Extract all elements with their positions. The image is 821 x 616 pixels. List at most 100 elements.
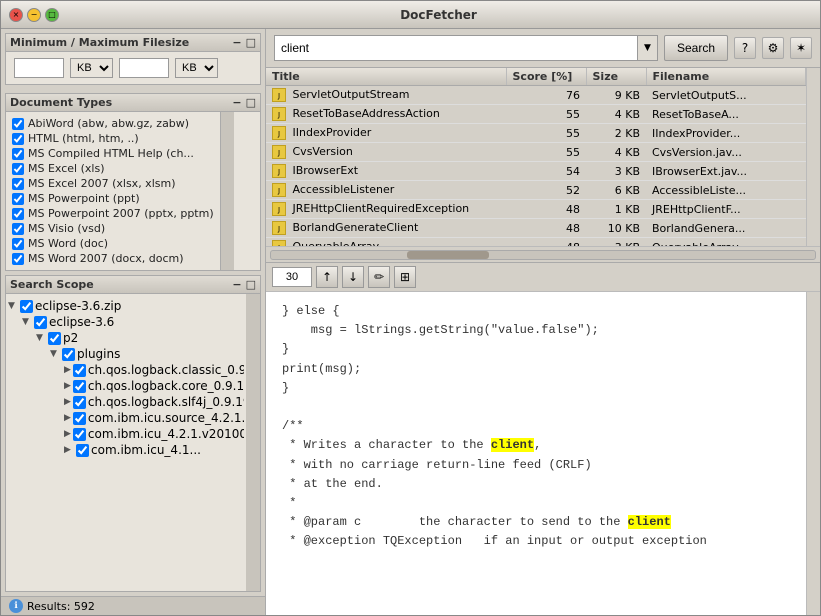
results-scrollbar[interactable]: [806, 68, 820, 246]
close-button[interactable]: ×: [9, 8, 23, 22]
search-button[interactable]: Search: [664, 35, 728, 61]
scope-icu-source-arrow[interactable]: [64, 413, 71, 423]
scope-logback-classic-checkbox[interactable]: [73, 364, 86, 377]
scope-icu-checkbox[interactable]: [73, 428, 86, 441]
scope-plugins-checkbox[interactable]: [62, 348, 75, 361]
cell-size: 4 KB: [586, 143, 646, 162]
scope-tree: eclipse-3.6.zip eclipse-3.6 p2: [6, 294, 246, 591]
table-row[interactable]: J AccessibleListener 52 6 KB AccessibleL…: [266, 181, 806, 200]
scope-icu-arrow[interactable]: [64, 429, 71, 439]
doctypes-title: Document Types: [10, 96, 112, 109]
scope-eclipse-zip-arrow[interactable]: [8, 301, 18, 311]
settings-button[interactable]: ⚙: [762, 37, 784, 59]
scope-header-icons: − □: [232, 278, 256, 291]
scope-eclipse36-arrow[interactable]: [22, 317, 32, 327]
doctype-excel-checkbox[interactable]: [12, 163, 24, 175]
preview-line: }: [282, 379, 790, 398]
search-input[interactable]: [275, 36, 637, 60]
filesize-max-unit[interactable]: KB MB: [175, 58, 218, 78]
maximize-button[interactable]: □: [45, 8, 59, 22]
scope-eclipse36-checkbox[interactable]: [34, 316, 47, 329]
preview-scrollbar[interactable]: [806, 292, 820, 615]
scope-icu-source-checkbox[interactable]: [73, 412, 86, 425]
table-row[interactable]: J IBrowserExt 54 3 KB IBrowserExt.jav...: [266, 162, 806, 181]
doctype-abiword-checkbox[interactable]: [12, 118, 24, 130]
filesize-min-unit[interactable]: KB MB: [70, 58, 113, 78]
table-row[interactable]: J CvsVersion 55 4 KB CvsVersion.jav...: [266, 143, 806, 162]
cell-title: J ResetToBaseAddressAction: [266, 105, 506, 124]
col-header-size[interactable]: Size: [586, 68, 646, 86]
cell-filename: ServletOutputS...: [646, 86, 806, 105]
page-number-input[interactable]: [272, 267, 312, 287]
search-bar: ▼ Search ? ⚙ ✶: [266, 29, 820, 68]
scope-icu2-checkbox[interactable]: [76, 444, 89, 457]
table-row[interactable]: J JREHttpClientRequiredException 48 1 KB…: [266, 200, 806, 219]
scope-logback-classic-arrow[interactable]: [64, 365, 71, 375]
doctypes-scrollbar[interactable]: [220, 112, 234, 270]
page-down-button[interactable]: ↓: [342, 266, 364, 288]
results-header-row: Title Score [%] Size Filename: [266, 68, 806, 86]
filesize-menu-icon[interactable]: □: [246, 36, 256, 49]
file-icon: J: [272, 183, 286, 197]
doctype-word2007-checkbox[interactable]: [12, 253, 24, 265]
sun-button[interactable]: ✶: [790, 37, 812, 59]
cell-size: 1 KB: [586, 200, 646, 219]
header-icons: ? ⚙ ✶: [734, 37, 812, 59]
right-panel: ▼ Search ? ⚙ ✶ Title: [266, 29, 820, 615]
preview-line: * with no carriage return-line feed (CRL…: [282, 456, 790, 475]
table-row[interactable]: J ResetToBaseAddressAction 55 4 KB Reset…: [266, 105, 806, 124]
cell-filename: QueryableArray...: [646, 238, 806, 247]
scope-menu-icon[interactable]: □: [246, 278, 256, 291]
col-header-score[interactable]: Score [%]: [506, 68, 586, 86]
filesize-collapse-icon[interactable]: −: [232, 36, 241, 49]
filesize-min-input[interactable]: [14, 58, 64, 78]
scope-logback-slf4j-arrow[interactable]: [64, 397, 71, 407]
scope-logback-core-arrow[interactable]: [64, 381, 71, 391]
doctypes-section: Document Types − □ AbiWord (abw, abw.gz,…: [5, 93, 261, 271]
scope-logback-core-checkbox[interactable]: [73, 380, 86, 393]
highlight-button[interactable]: ✏: [368, 266, 390, 288]
minimize-button[interactable]: −: [27, 8, 41, 22]
doctypes-collapse-icon[interactable]: −: [232, 96, 241, 109]
col-header-title[interactable]: Title: [266, 68, 506, 86]
scope-eclipse-zip-checkbox[interactable]: [20, 300, 33, 313]
col-header-filename[interactable]: Filename: [646, 68, 806, 86]
doctypes-header: Document Types − □: [6, 94, 260, 112]
doctype-chm-checkbox[interactable]: [12, 148, 24, 160]
help-button[interactable]: ?: [734, 37, 756, 59]
scope-icu2-arrow[interactable]: [64, 445, 74, 455]
scope-plugins-arrow[interactable]: [50, 349, 60, 359]
scope-scrollbar[interactable]: [246, 294, 260, 591]
doctype-excel2007-checkbox[interactable]: [12, 178, 24, 190]
doctypes-menu-icon[interactable]: □: [246, 96, 256, 109]
cell-filename: CvsVersion.jav...: [646, 143, 806, 162]
results-hscrollbar-thumb: [407, 251, 489, 259]
scope-eclipse-zip: eclipse-3.6.zip: [8, 298, 244, 314]
scope-p2-checkbox[interactable]: [48, 332, 61, 345]
doctype-html-checkbox[interactable]: [12, 133, 24, 145]
table-row[interactable]: J BorlandGenerateClient 48 10 KB Borland…: [266, 219, 806, 238]
left-panel: Minimum / Maximum Filesize − □ KB MB KB: [1, 29, 266, 615]
table-row[interactable]: J IIndexProvider 55 2 KB IIndexProvider.…: [266, 124, 806, 143]
scope-p2-arrow[interactable]: [36, 333, 46, 343]
results-hscrollbar[interactable]: [270, 250, 816, 260]
filesize-title: Minimum / Maximum Filesize: [10, 36, 189, 49]
scope-collapse-icon[interactable]: −: [232, 278, 241, 291]
cell-score: 54: [506, 162, 586, 181]
scope-logback-slf4j-checkbox[interactable]: [73, 396, 86, 409]
table-row[interactable]: J QueryableArray 48 3 KB QueryableArray.…: [266, 238, 806, 247]
cell-size: 6 KB: [586, 181, 646, 200]
cell-title: J IBrowserExt: [266, 162, 506, 181]
filesize-max-input[interactable]: [119, 58, 169, 78]
doctype-visio-checkbox[interactable]: [12, 223, 24, 235]
grid-button[interactable]: ⊞: [394, 266, 416, 288]
table-row[interactable]: J ServletOutputStream 76 9 KB ServletOut…: [266, 86, 806, 105]
page-up-button[interactable]: ↑: [316, 266, 338, 288]
scope-eclipse36: eclipse-3.6: [8, 314, 244, 330]
doctype-word-checkbox[interactable]: [12, 238, 24, 250]
doctype-ppt-checkbox[interactable]: [12, 193, 24, 205]
doctype-ppt2007-checkbox[interactable]: [12, 208, 24, 220]
doctype-excel: MS Excel (xls): [12, 161, 214, 176]
search-dropdown-arrow[interactable]: ▼: [637, 36, 657, 60]
scope-logback-classic: ch.qos.logback.classic_0.9.19: [8, 362, 244, 378]
